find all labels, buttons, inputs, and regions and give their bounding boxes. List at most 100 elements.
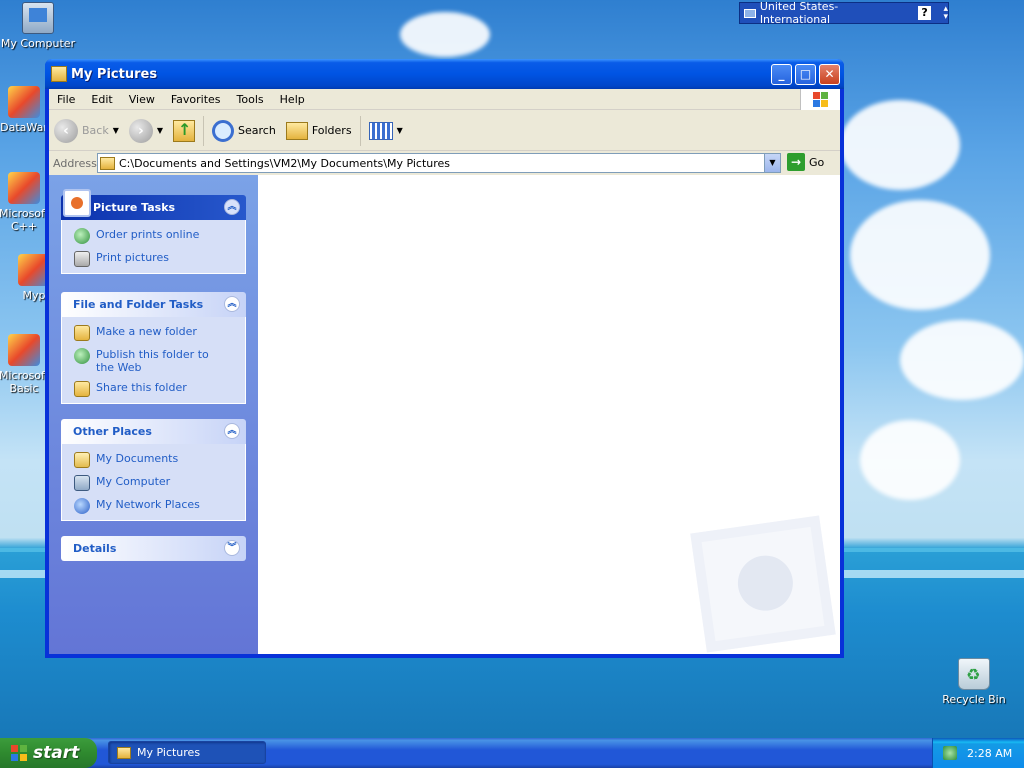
picture-tasks-header[interactable]: Picture Tasks ︽ <box>61 189 246 220</box>
task-label: Publish this folder to the Web <box>96 348 209 374</box>
task-order-prints[interactable]: Order prints online <box>74 228 245 244</box>
task-print-pictures[interactable]: Print pictures <box>74 251 245 267</box>
forward-button[interactable]: › ▼ <box>124 114 168 148</box>
window-title: My Pictures <box>71 66 158 82</box>
task-label: Order prints online <box>96 228 200 241</box>
folder-icon <box>117 746 131 759</box>
camera-icon <box>63 189 91 217</box>
maximize-button[interactable]: □ <box>795 64 816 85</box>
file-list-area[interactable] <box>258 175 840 654</box>
views-icon <box>368 121 393 140</box>
address-input[interactable]: C:\Documents and Settings\VM2\My Documen… <box>97 153 781 173</box>
network-tray-icon[interactable] <box>943 746 957 760</box>
task-label: Make a new folder <box>96 325 197 338</box>
panel-body: Order prints online Print pictures <box>61 220 246 274</box>
task-label: My Documents <box>96 452 179 465</box>
toolbar: ‹ Back ▼ › ▼ Search Folders <box>49 111 840 151</box>
window-client: File Edit View Favorites Tools Help ‹ Ba… <box>49 89 840 654</box>
chevron-down-icon[interactable]: ▼ <box>157 126 163 135</box>
chevron-down-icon[interactable]: ▼ <box>113 126 119 135</box>
task-label: My Network Places <box>96 498 200 511</box>
file-folder-tasks-panel: File and Folder Tasks ︽ Make a new folde… <box>61 292 246 404</box>
task-publish-folder[interactable]: Publish this folder to the Web <box>74 348 245 374</box>
menu-tools[interactable]: Tools <box>229 93 272 106</box>
place-my-documents[interactable]: My Documents <box>74 452 245 468</box>
address-label: Address <box>53 156 97 170</box>
panel-title: File and Folder Tasks <box>73 298 204 311</box>
pictures-watermark-icon <box>690 515 836 653</box>
taskbar-button-label: My Pictures <box>137 746 201 759</box>
collapse-icon[interactable]: ︽ <box>224 199 240 215</box>
back-button[interactable]: ‹ Back ▼ <box>49 114 124 148</box>
cloud <box>850 200 990 310</box>
keyboard-icon <box>744 8 756 18</box>
language-label: United States-International <box>759 0 839 26</box>
file-folder-tasks-header[interactable]: File and Folder Tasks ︽ <box>61 292 246 317</box>
minimize-button[interactable]: _ <box>771 64 792 85</box>
langbar-options-icon[interactable]: ▴ ▾ <box>943 5 948 22</box>
taskbar: start My Pictures 2:28 AM <box>0 738 1024 768</box>
forward-arrow-icon: › <box>128 118 153 143</box>
language-bar[interactable]: United States-International ? ▴ ▾ <box>739 0 949 26</box>
search-button[interactable]: Search <box>207 114 281 148</box>
menu-bar: File Edit View Favorites Tools Help <box>49 89 840 110</box>
place-my-computer[interactable]: My Computer <box>74 475 245 491</box>
globe-icon <box>74 228 90 244</box>
menu-view[interactable]: View <box>121 93 163 106</box>
taskbar-button-my-pictures[interactable]: My Pictures <box>108 741 266 764</box>
desktop-icon-my-computer[interactable]: My Computer <box>0 2 76 50</box>
start-button[interactable]: start <box>0 738 97 768</box>
task-share-folder[interactable]: Share this folder <box>74 381 245 397</box>
search-label: Search <box>238 124 276 137</box>
cloud <box>860 420 960 500</box>
collapse-icon[interactable]: ︽ <box>224 423 240 439</box>
menu-file[interactable]: File <box>49 93 83 106</box>
views-button[interactable]: ▼ <box>364 114 408 148</box>
close-button[interactable]: ✕ <box>819 64 840 85</box>
new-folder-icon <box>74 325 90 341</box>
shortcut-icon <box>8 86 40 118</box>
details-header[interactable]: Details ︾ <box>61 536 246 561</box>
details-panel: Details ︾ <box>61 536 246 561</box>
up-button[interactable] <box>168 114 200 148</box>
recycle-bin-icon <box>958 658 990 690</box>
task-label: My Computer <box>96 475 171 488</box>
share-folder-icon <box>74 381 90 397</box>
windows-logo-icon <box>800 89 840 110</box>
explorer-window: My Pictures _ □ ✕ File Edit View Favorit… <box>45 59 844 658</box>
task-make-new-folder[interactable]: Make a new folder <box>74 325 245 341</box>
menu-favorites[interactable]: Favorites <box>163 93 229 106</box>
shortcut-icon <box>8 334 40 366</box>
address-value: C:\Documents and Settings\VM2\My Documen… <box>119 156 451 170</box>
picture-tasks-panel: Picture Tasks ︽ Order prints online Prin… <box>61 189 246 274</box>
go-button[interactable]: → Go <box>787 153 824 171</box>
other-places-panel: Other Places ︽ My Documents My Computer … <box>61 419 246 521</box>
shortcut-icon <box>8 172 40 204</box>
panel-body: My Documents My Computer My Network Plac… <box>61 444 246 521</box>
desktop-icon-recycle-bin[interactable]: Recycle Bin <box>936 658 1012 706</box>
documents-folder-icon <box>74 452 90 468</box>
network-icon <box>74 498 90 514</box>
address-bar: Address C:\Documents and Settings\VM2\My… <box>49 152 840 174</box>
search-icon <box>212 119 235 142</box>
computer-icon <box>22 2 54 34</box>
expand-icon[interactable]: ︾ <box>224 540 240 556</box>
menu-help[interactable]: Help <box>272 93 313 106</box>
clock[interactable]: 2:28 AM <box>967 747 1012 760</box>
collapse-icon[interactable]: ︽ <box>224 296 240 312</box>
folders-button[interactable]: Folders <box>281 114 357 148</box>
task-label: Print pictures <box>96 251 169 264</box>
cloud <box>900 320 1024 400</box>
place-my-network-places[interactable]: My Network Places <box>74 498 245 514</box>
task-label: Share this folder <box>96 381 187 394</box>
task-pane: Picture Tasks ︽ Order prints online Prin… <box>49 175 258 654</box>
other-places-header[interactable]: Other Places ︽ <box>61 419 246 444</box>
help-icon[interactable]: ? <box>917 6 932 20</box>
address-dropdown-icon[interactable]: ▼ <box>764 154 780 172</box>
desktop-icon-label: My Computer <box>0 37 76 50</box>
title-bar[interactable]: My Pictures _ □ ✕ <box>45 59 844 89</box>
menu-edit[interactable]: Edit <box>83 93 120 106</box>
panel-title: Details <box>73 542 117 555</box>
cloud <box>840 100 960 190</box>
back-label: Back <box>82 124 109 137</box>
